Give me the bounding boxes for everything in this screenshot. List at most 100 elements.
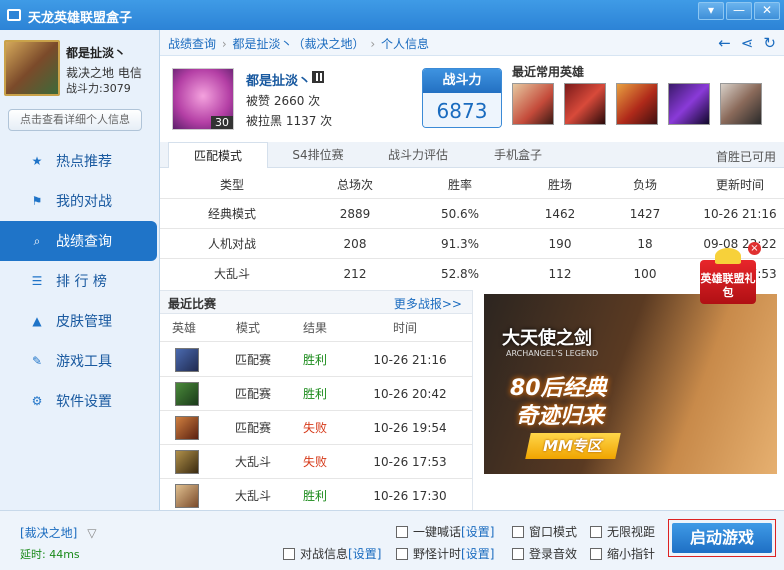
option-settings-link[interactable]: [设置] [461,545,494,562]
option-login-sound[interactable]: 登录音效 [512,545,577,562]
menu-dropdown-button[interactable]: ▾ [698,2,724,20]
option-small-cursor[interactable]: 缩小指针 [590,545,655,562]
stats-header-winrate: 胜率 [447,178,472,192]
sidebar: 都是扯淡丶 裁决之地 电信 战斗力:3079 点击查看详细个人信息 ★ 热点推荐… [0,30,160,510]
option-battle-info[interactable]: 对战信息 [设置] [283,545,381,562]
stats-cell: 2889 [339,207,371,221]
stats-header-total: 总场次 [336,178,373,192]
gift-bow-icon [715,248,741,264]
tab-power-eval[interactable]: 战斗力评估 [368,142,468,168]
first-win-status: 首胜已可用 [715,150,776,164]
sidebar-item-record-query[interactable]: ⌕ 战绩查询 [0,221,157,261]
favorite-hero-5[interactable] [720,83,762,125]
hat-icon: ▲ [32,314,42,328]
tab-normal[interactable]: 匹配模式 [168,142,268,168]
stats-header-losses: 负场 [632,178,657,192]
stats-cell: 208 [343,237,367,251]
chevron-down-icon: ▽ [87,526,97,540]
close-icon[interactable]: × [748,242,761,255]
wrench-icon: ✎ [31,354,43,368]
stats-cell: 18 [637,237,653,251]
more-reports-link[interactable]: 更多战报>> [394,295,462,312]
checkbox[interactable] [512,525,524,538]
stats-cell: 212 [343,267,367,281]
favorite-hero-4[interactable] [668,83,710,125]
option-label: 登录音效 [529,547,578,561]
list-icon: ☰ [31,274,43,288]
checkbox[interactable] [512,547,524,560]
refresh-icon[interactable]: ↻ [763,34,776,52]
favorite-hero-2[interactable] [564,83,606,125]
main-panel: 战绩查询 › 都是扯淡丶（裁决之地） › 个人信息 ← ⋖ ↻ 30 都是扯淡丶… [160,30,784,513]
breadcrumb-item-player[interactable]: 都是扯淡丶（裁决之地） [232,37,364,51]
option-label: 对战信息 [300,547,349,561]
minimize-button[interactable]: — [726,2,752,20]
start-game-frame: 启动游戏 [668,519,776,557]
qr-code-icon[interactable] [312,71,324,83]
list-item[interactable]: 大乱斗 失败 10-26 17:53 [160,445,472,479]
breadcrumb: 战绩查询 › 都是扯淡丶（裁决之地） › 个人信息 ← ⋖ ↻ [160,30,784,56]
checkbox[interactable] [283,547,295,560]
list-item[interactable]: 匹配赛 胜利 10-26 21:16 [160,343,472,377]
table-row: 大乱斗 212 52.8% 112 100 10-26 17:53 [160,258,784,288]
match-hero-icon [175,382,199,406]
close-button[interactable]: ✕ [754,2,780,20]
sidebar-item-settings[interactable]: ⚙ 软件设置 [0,381,160,421]
ad-logo-sub: ARCHANGEL'S LEGEND [506,349,599,358]
sidebar-item-hot[interactable]: ★ 热点推荐 [0,141,160,181]
player-level: 30 [211,116,233,129]
match-hero-icon [175,348,199,372]
stats-cell: 91.3% [440,237,480,251]
sidebar-item-label: 排 行 榜 [56,274,107,290]
list-item[interactable]: 大乱斗 胜利 10-26 17:30 [160,479,472,513]
tab-mobile[interactable]: 手机盒子 [468,142,568,168]
app-logo-icon [7,9,21,21]
ad-zone-button[interactable]: MM专区 [525,433,621,459]
option-settings-link[interactable]: [设置] [461,523,494,540]
back-arrow-icon[interactable]: ← [718,34,731,52]
stats-cell: 经典模式 [207,207,256,221]
checkbox[interactable] [396,547,408,560]
gear-icon: ⚙ [31,394,43,408]
match-hero-icon [175,416,199,440]
stats-cell: 50.6% [440,207,480,221]
checkbox[interactable] [396,525,408,538]
gift-pack-widget[interactable]: 英雄联盟礼包 × [695,242,761,324]
star-icon: ★ [31,154,43,168]
app-title: 天龙英雄联盟盒子 [28,11,133,26]
start-game-button[interactable]: 启动游戏 [672,523,772,553]
option-window-mode[interactable]: 窗口模式 [512,523,577,540]
sidebar-item-ranking[interactable]: ☰ 排 行 榜 [0,261,160,301]
battle-icon: ⚑ [31,194,43,208]
avatar[interactable] [4,40,60,96]
player-name[interactable]: 都是扯淡丶 [246,70,311,89]
breadcrumb-item-query[interactable]: 战绩查询 [168,37,216,51]
sidebar-item-tools[interactable]: ✎ 游戏工具 [0,341,160,381]
sidebar-item-my-battles[interactable]: ⚑ 我的对战 [0,181,160,221]
match-time: 10-26 21:16 [373,353,447,367]
breadcrumb-separator: › [221,37,227,51]
recent-header-hero: 英雄 [171,321,196,335]
list-item[interactable]: 匹配赛 胜利 10-26 20:42 [160,377,472,411]
option-label: 无限视距 [607,525,656,539]
favorite-hero-1[interactable] [512,83,554,125]
list-item[interactable]: 匹配赛 失败 10-26 19:54 [160,411,472,445]
recent-matches-title: 最近比赛 [168,297,217,311]
recent-header-result: 结果 [302,321,327,335]
option-quick-chat[interactable]: 一键喊话 [设置] [396,523,494,540]
checkbox[interactable] [590,525,602,538]
view-detail-button[interactable]: 点击查看详细个人信息 [8,109,142,131]
tab-ranked[interactable]: S4排位赛 [268,142,368,168]
stats-cell: 人机对战 [207,237,256,251]
sidebar-nav: ★ 热点推荐 ⚑ 我的对战 ⌕ 战绩查询 ☰ 排 行 榜 ▲ 皮肤管理 ✎ 游戏… [0,141,160,421]
favorite-hero-3[interactable] [616,83,658,125]
sidebar-item-label: 软件设置 [56,394,112,410]
option-jungle-timer[interactable]: 野怪计时 [设置] [396,545,494,562]
share-icon[interactable]: ⋖ [741,34,754,52]
sidebar-item-skins[interactable]: ▲ 皮肤管理 [0,301,160,341]
server-selector[interactable]: [裁决之地] ▽ [20,524,96,541]
checkbox[interactable] [590,547,602,560]
option-settings-link[interactable]: [设置] [348,545,381,562]
option-unlimited-view[interactable]: 无限视距 [590,523,655,540]
recent-matches-header: 最近比赛 更多战报>> [160,290,472,314]
